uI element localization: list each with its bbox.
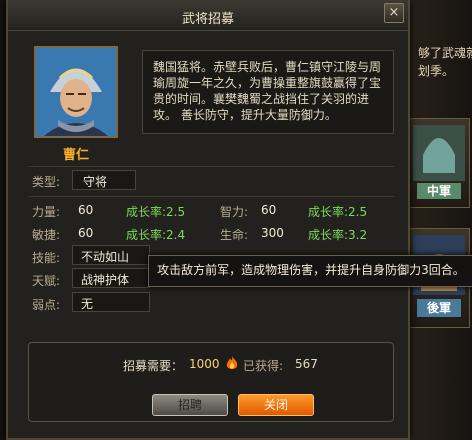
close-icon[interactable]: × (384, 3, 404, 23)
background-hint-line-2: 划季。 (418, 64, 455, 78)
divider-top (28, 166, 394, 167)
recruit-footer: 招募需要： 1000 已获得: 567 招聘 关闭 (28, 342, 394, 422)
owned-label: 已获得: (243, 359, 284, 373)
type-value: 守将 (83, 175, 108, 189)
weakness-label: 弱点: (32, 298, 61, 312)
general-description: 魏国猛将。赤壁兵败后，曹仁镇守江陵与周瑜周旋一年之久，为曹操重整旗鼓赢得了宝贵的… (142, 50, 394, 134)
cost-value: 1000 (189, 357, 220, 371)
skill-field[interactable]: 不动如山 (72, 245, 150, 265)
recruit-general-dialog: 武将招募 × 曹仁 魏国猛将。赤壁兵败后，曹仁镇守江陵与周瑜周旋一年之久，为曹操… (6, 0, 410, 440)
background-hint-line-1: 够了武魂就 (418, 46, 472, 60)
type-field: 守将 (72, 170, 136, 190)
divider-middle (28, 196, 394, 197)
recruit-button[interactable]: 招聘 (152, 394, 228, 416)
weakness-value: 无 (81, 297, 94, 311)
talent-value: 战神护体 (81, 273, 130, 287)
agility-value: 60 (78, 226, 94, 240)
background-general-card-1: 中軍 (408, 118, 470, 208)
strength-growth: 成长率:2.5 (126, 205, 186, 219)
card-banner-2: 後軍 (426, 301, 451, 315)
talent-field[interactable]: 战神护体 (72, 268, 150, 288)
life-value: 300 (261, 226, 284, 240)
card-banner-1: 中軍 (426, 184, 451, 198)
dialog-title: 武将招募 (181, 12, 234, 27)
general-portrait (34, 46, 118, 138)
soul-fire-icon (225, 355, 239, 375)
agility-growth: 成长率:2.4 (126, 228, 186, 242)
intellect-label: 智力: (220, 205, 249, 219)
owned-value: 567 (295, 357, 318, 371)
weakness-field: 无 (72, 292, 150, 312)
talent-label: 天赋: (32, 274, 61, 288)
background-hint: 够了武魂就 划季。 (418, 44, 472, 80)
intellect-growth: 成长率:2.5 (308, 205, 368, 219)
skill-tooltip: 攻击敌方前军，造成物理伤害，并提升自身防御力3回合。 (148, 255, 472, 287)
general-portrait-art (36, 48, 116, 136)
life-growth: 成长率:3.2 (308, 228, 368, 242)
right-background: 够了武魂就 划季。 中軍 後軍 (400, 0, 472, 440)
intellect-value: 60 (261, 203, 277, 217)
agility-label: 敏捷: (32, 228, 61, 242)
strength-label: 力量: (32, 205, 61, 219)
skill-value: 不动如山 (81, 250, 130, 264)
cost-label: 招募需要： (123, 359, 184, 373)
strength-value: 60 (78, 203, 94, 217)
type-label: 类型: (32, 175, 61, 189)
life-label: 生命: (220, 228, 249, 242)
skill-label: 技能: (32, 251, 61, 265)
close-button[interactable]: 关闭 (238, 394, 314, 416)
dialog-titlebar: 武将招募 × (8, 0, 408, 31)
general-name: 曹仁 (62, 148, 89, 163)
